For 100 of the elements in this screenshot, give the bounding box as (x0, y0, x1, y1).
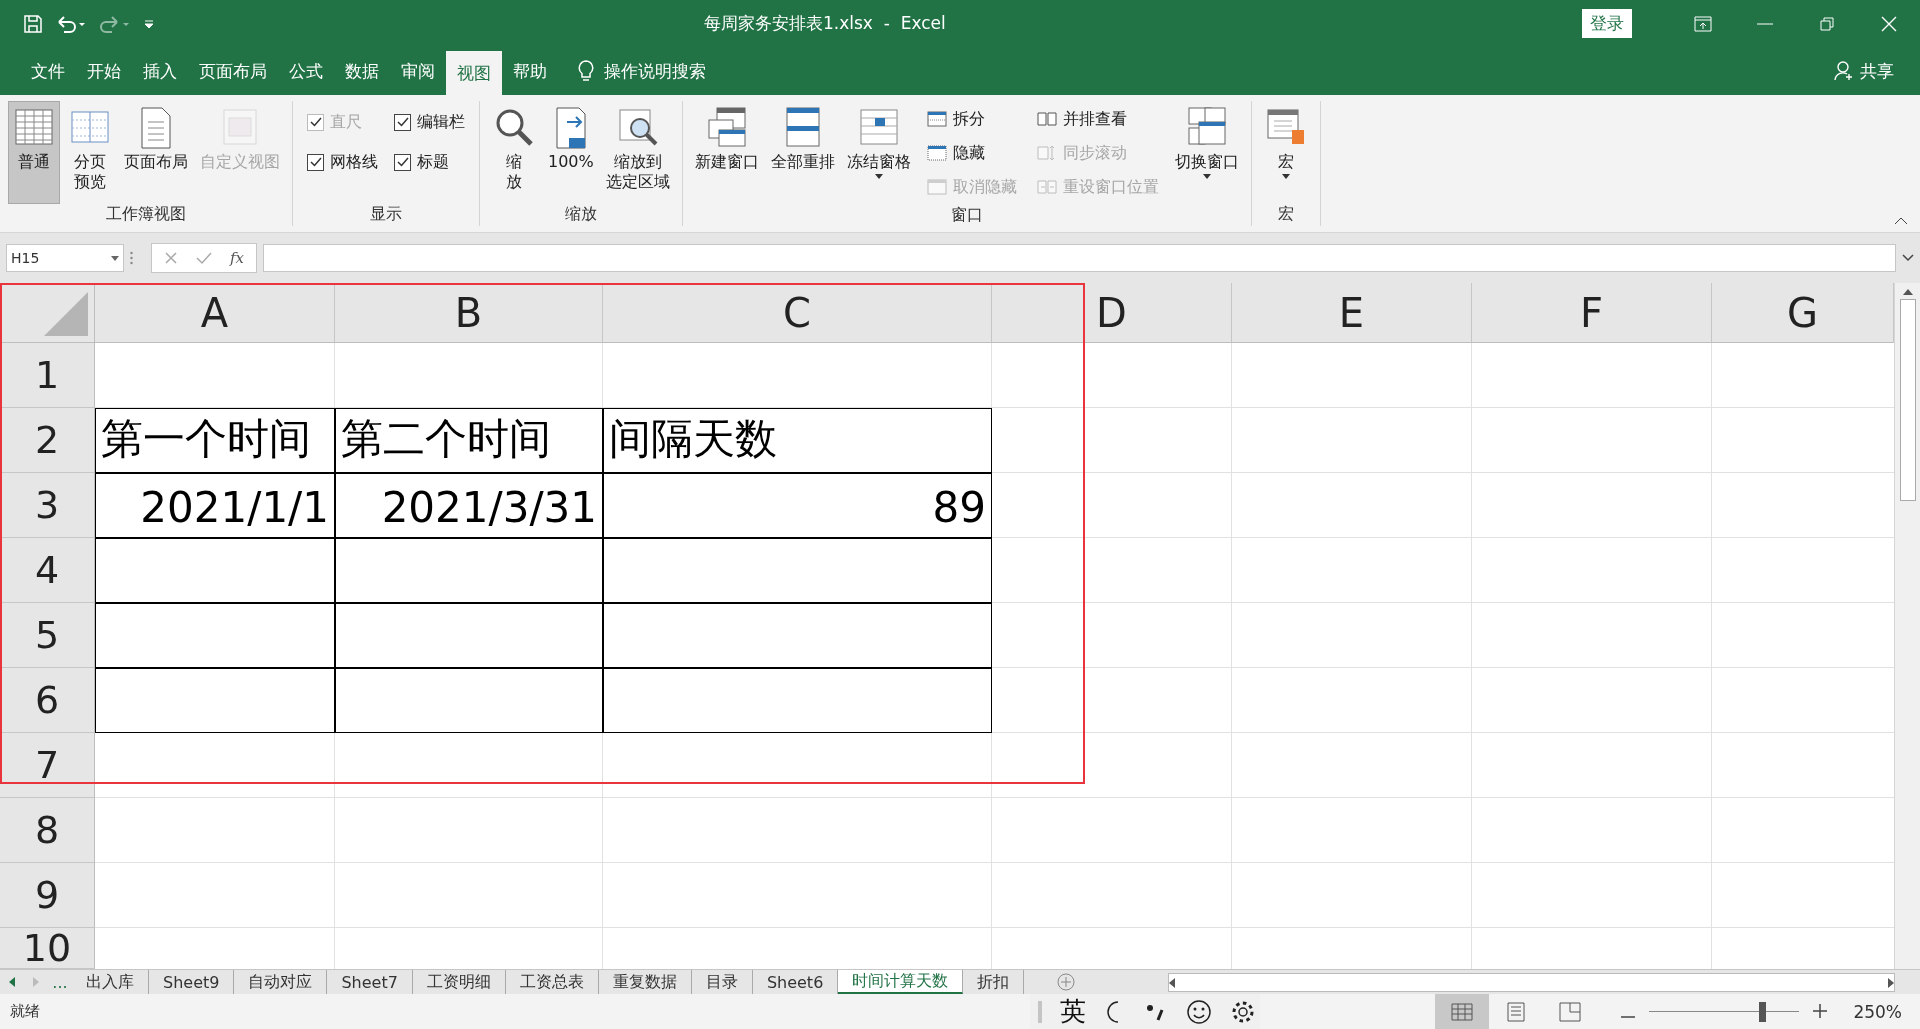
table-cell[interactable]: 2021/3/31 (335, 473, 603, 538)
row-header[interactable]: 4 (0, 538, 95, 603)
expand-caret-icon[interactable] (1902, 254, 1914, 262)
input-language-button[interactable]: 英 (1060, 994, 1086, 1029)
column-header[interactable]: B (335, 283, 603, 343)
row-header[interactable]: 7 (0, 733, 95, 798)
column-header[interactable]: D (992, 283, 1232, 343)
zoom-slider-thumb[interactable] (1758, 1001, 1766, 1022)
ribbon-button[interactable]: 全部重排 (766, 101, 839, 205)
ribbon-tab[interactable]: 开始 (76, 47, 132, 95)
grip-icon (1038, 1000, 1042, 1023)
left-triangle-icon (9, 977, 15, 987)
group-label: 宏 (1276, 204, 1295, 225)
more-sheets-button[interactable]: ... (48, 970, 72, 994)
minimize-icon (1757, 22, 1773, 25)
person-add-icon (1834, 61, 1854, 81)
ribbon-tab[interactable]: 审阅 (390, 47, 446, 95)
row-header[interactable]: 5 (0, 603, 95, 668)
grip-icon (130, 251, 133, 265)
ribbon-button[interactable]: 100% (544, 101, 598, 204)
window-title: 每周家务安排表1.xlsx - Excel (704, 12, 947, 35)
ribbon-button[interactable]: 缩放到 选定区域 (601, 101, 674, 204)
window-icon (926, 178, 947, 196)
minus-icon (1621, 1016, 1636, 1018)
table-cell[interactable]: 间隔天数 (603, 408, 992, 473)
split-window-icon (926, 110, 947, 128)
share-button[interactable]: 共享 (1828, 47, 1900, 95)
ribbon-tab[interactable]: 帮助 (502, 47, 558, 95)
scroll-left-icon (1169, 977, 1175, 988)
ribbon-tab[interactable]: 页面布局 (188, 47, 278, 95)
row-header[interactable]: 6 (0, 668, 95, 733)
checkbox-option[interactable]: 网格线 (307, 145, 378, 179)
reset-windows-icon (1036, 178, 1057, 196)
horizontal-scrollbar[interactable] (1168, 973, 1895, 992)
ribbon-button[interactable]: 并排查看 (1034, 105, 1161, 133)
table-cell[interactable]: 2021/1/1 (95, 473, 335, 538)
lightbulb-icon (578, 60, 594, 82)
ribbon-button[interactable]: 隐藏 (924, 139, 1019, 167)
undo-icon[interactable] (56, 14, 86, 33)
ribbon-button[interactable]: 普通 (8, 101, 60, 204)
checkbox-option[interactable]: 编辑栏 (394, 105, 465, 139)
restore-icon (1820, 16, 1834, 31)
scroll-thumb[interactable] (1899, 299, 1916, 501)
row-header[interactable]: 8 (0, 798, 95, 863)
ribbon-tab[interactable]: 文件 (20, 47, 76, 95)
column-header[interactable]: C (603, 283, 992, 343)
chevron-up-icon (1894, 217, 1908, 225)
table-cell[interactable]: 89 (603, 473, 992, 538)
page-icon (1507, 1001, 1526, 1022)
side-by-side-icon (1036, 110, 1057, 128)
checkbox[interactable] (394, 153, 411, 171)
ribbon-button[interactable]: 分页 预览 (64, 101, 116, 204)
select-all-corner[interactable] (0, 283, 95, 343)
ribbon-button[interactable]: 缩 放 (488, 101, 540, 204)
smiley-icon[interactable] (1186, 998, 1212, 1025)
right-triangle-icon (33, 977, 39, 987)
scroll-right-icon (1888, 977, 1894, 988)
group-label: 显示 (369, 204, 403, 225)
ribbon-button[interactable]: 宏 (1259, 101, 1312, 204)
checkbox[interactable] (394, 113, 411, 131)
row-header[interactable]: 3 (0, 473, 95, 538)
tell-me-search[interactable]: 操作说明搜索 (572, 47, 712, 95)
ribbon-tab[interactable]: 视图 (446, 51, 502, 95)
group-label: 缩放 (563, 204, 598, 225)
row-header[interactable]: 1 (0, 343, 95, 408)
ribbon-tab[interactable]: 插入 (132, 47, 188, 95)
redo-icon[interactable] (100, 14, 130, 33)
column-header[interactable]: G (1712, 283, 1894, 343)
close-icon (1881, 15, 1897, 32)
column-header[interactable]: F (1472, 283, 1712, 343)
save-icon[interactable] (24, 14, 42, 33)
ribbon-button[interactable]: 拆分 (924, 105, 1019, 133)
check-icon[interactable] (196, 251, 212, 265)
group-label: 工作簿视图 (105, 204, 187, 225)
column-header[interactable]: E (1232, 283, 1472, 343)
ribbon-button[interactable]: 页面布局 (120, 101, 192, 204)
table-cell[interactable]: 第一个时间 (95, 408, 335, 473)
checkbox[interactable] (307, 153, 324, 171)
formula-input[interactable] (263, 244, 1896, 272)
customize-menu-icon[interactable] (144, 18, 154, 29)
row-header[interactable]: 9 (0, 863, 95, 928)
status-text: 就绪 (9, 1002, 40, 1021)
column-header[interactable]: A (95, 283, 335, 343)
checkbox-option[interactable]: 标题 (394, 145, 465, 179)
ribbon-button[interactable]: 冻结窗格 (842, 101, 915, 205)
table-cell[interactable]: 第二个时间 (335, 408, 603, 473)
ribbon-tab[interactable]: 公式 (278, 47, 334, 95)
ribbon-button[interactable]: 切换窗口 (1170, 101, 1243, 205)
ribbon-button[interactable]: 新建窗口 (690, 101, 763, 205)
ribbon-tab[interactable]: 数据 (334, 47, 390, 95)
vertical-scrollbar[interactable] (1894, 283, 1920, 969)
name-box[interactable]: H15 (6, 244, 124, 272)
insert-function-button[interactable]: fx (230, 249, 244, 267)
row-header[interactable]: 2 (0, 408, 95, 473)
group-label: 窗口 (949, 205, 984, 226)
plus-icon (1813, 1004, 1828, 1018)
hide-window-icon (926, 144, 947, 162)
sheet-tab[interactable]: 时间计算天数 (838, 970, 964, 994)
login-button[interactable]: 登录 (1582, 9, 1632, 38)
row-header[interactable]: 10 (0, 928, 95, 969)
